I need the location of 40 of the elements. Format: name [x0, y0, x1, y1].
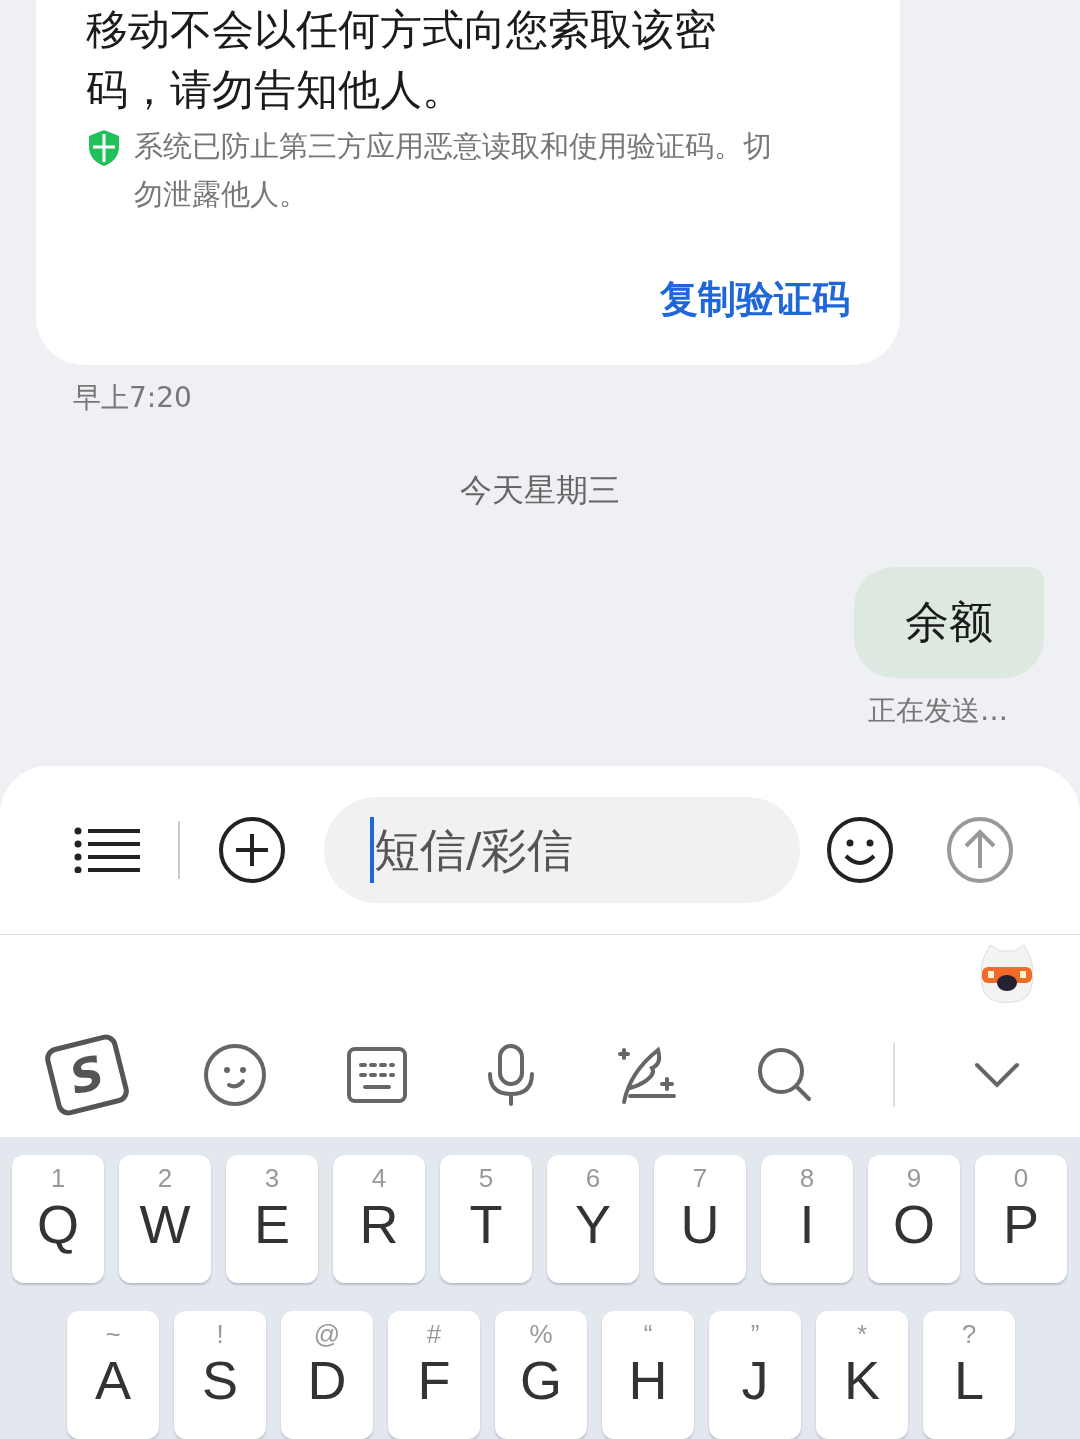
mascot-icon[interactable] — [978, 943, 1036, 1005]
keyboard-key[interactable]: * K — [816, 1311, 908, 1439]
add-icon[interactable] — [218, 816, 286, 884]
keyboard-key[interactable]: 3 E — [226, 1155, 318, 1283]
keyboard-key[interactable]: 0 P — [975, 1155, 1067, 1283]
message-text: 移动不会以任何方式向您索取该密 — [86, 4, 717, 56]
keyboard-key[interactable]: 8 I — [761, 1155, 853, 1283]
message-bubble: 余额 — [854, 567, 1044, 678]
keyboard-key[interactable]: 4 R — [333, 1155, 425, 1283]
keyboard-key[interactable]: ! S — [174, 1311, 266, 1439]
keyboard-key[interactable]: 2 W — [119, 1155, 211, 1283]
date-divider: 今天星期三 — [460, 470, 620, 511]
timestamp: 早上7:20 — [73, 380, 193, 416]
keyboard-key[interactable]: 1 Q — [12, 1155, 104, 1283]
keyboard-icon[interactable] — [346, 1047, 407, 1103]
send-icon[interactable] — [946, 816, 1014, 884]
emoji-icon[interactable] — [826, 816, 894, 884]
security-note: 系统已防止第三方应用恶意读取和使用验证码。切勿泄露他人。 — [134, 128, 773, 213]
chevron-down-icon[interactable] — [974, 1062, 1021, 1088]
keyboard-key[interactable]: % G — [495, 1311, 587, 1439]
keyboard-key[interactable]: “ H — [602, 1311, 694, 1439]
message-input[interactable]: 短信/彩信 — [324, 797, 800, 903]
keyboard-key[interactable]: 6 Y — [547, 1155, 639, 1283]
keyboard-key[interactable]: 7 U — [654, 1155, 746, 1283]
keyboard-key[interactable]: @ D — [281, 1311, 373, 1439]
message-text: 码，请勿告知他人。 — [86, 64, 465, 116]
microphone-icon[interactable] — [486, 1044, 537, 1106]
shield-icon — [86, 128, 122, 168]
keyboard-key[interactable]: ” J — [709, 1311, 801, 1439]
copy-code-button[interactable]: 复制验证码 — [660, 274, 850, 325]
smiley-icon[interactable] — [203, 1043, 268, 1107]
send-status: 正在发送… — [868, 693, 1008, 729]
keyboard-key[interactable]: 9 O — [868, 1155, 960, 1283]
keyboard-key[interactable]: 5 T — [440, 1155, 532, 1283]
menu-icon[interactable] — [74, 827, 140, 873]
search-icon[interactable] — [757, 1047, 814, 1103]
keyboard-key[interactable]: ? L — [923, 1311, 1015, 1439]
quill-icon[interactable] — [615, 1044, 678, 1106]
keyboard-key[interactable]: # F — [388, 1311, 480, 1439]
keyboard-key[interactable]: ~ A — [67, 1311, 159, 1439]
